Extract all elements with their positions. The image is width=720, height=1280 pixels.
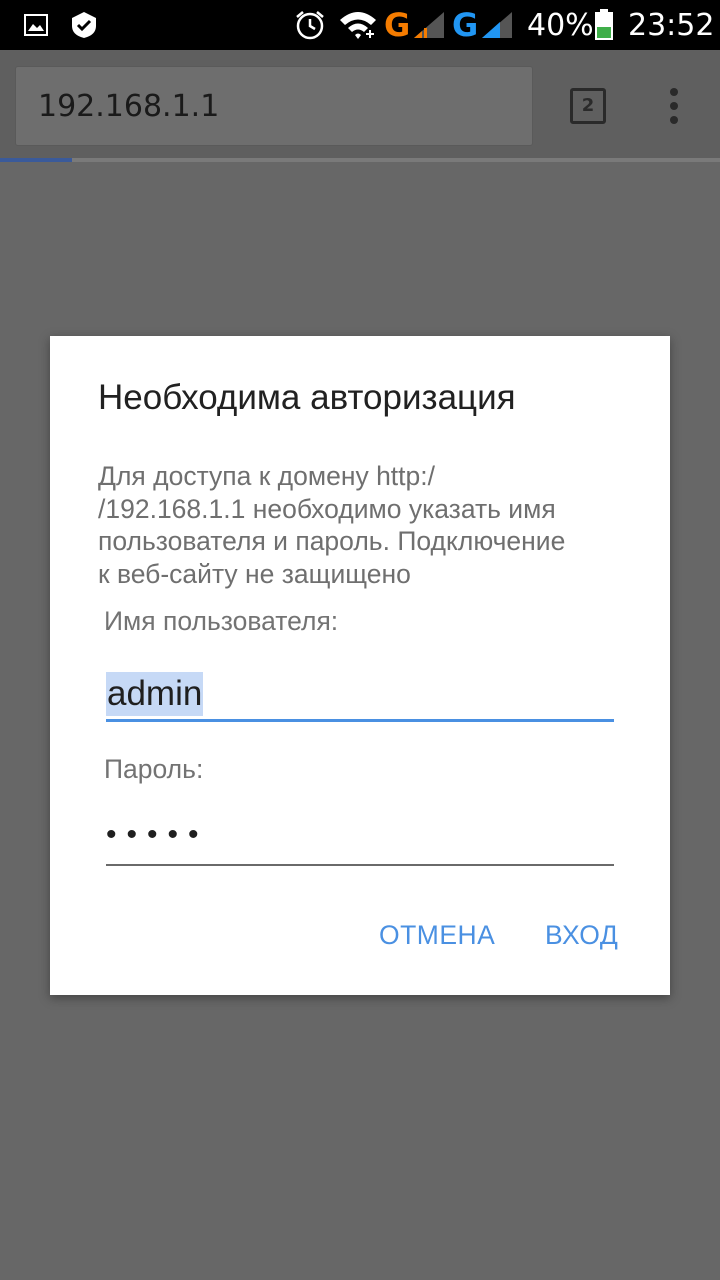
network-type-2: G [452, 6, 479, 44]
wifi-icon [338, 0, 378, 50]
url-text: 192.168.1.1 [38, 89, 220, 124]
check-shield-icon [70, 0, 98, 50]
cell-signal-icon [412, 0, 446, 50]
progress-fill [0, 158, 72, 162]
username-label: Имя пользователя: [104, 606, 339, 636]
cell-signal-icon [480, 0, 514, 50]
password-value: ••••• [106, 818, 209, 851]
page-load-progress [0, 158, 720, 162]
clock: 23:52 [628, 7, 715, 43]
browser-toolbar: 192.168.1.1 2 [0, 50, 720, 158]
url-bar[interactable]: 192.168.1.1 [15, 66, 533, 146]
cancel-button[interactable]: ОТМЕНА [379, 920, 495, 951]
username-field[interactable]: admin [106, 666, 614, 724]
dialog-title: Необходима авторизация [98, 378, 516, 417]
password-underline [106, 864, 614, 866]
tab-switcher-button[interactable]: 2 [570, 88, 606, 124]
auth-dialog: Необходима авторизация Для доступа к дом… [50, 336, 670, 995]
overflow-menu-icon[interactable] [660, 86, 688, 126]
username-value: admin [106, 672, 204, 716]
status-bar: G G 40% 23:52 [0, 0, 720, 50]
password-label: Пароль: [104, 754, 204, 784]
image-icon [24, 0, 48, 50]
username-underline [106, 719, 614, 722]
dialog-message: Для доступа к домену http:/ /192.168.1.1… [98, 461, 566, 589]
network-type-1: G [384, 6, 411, 44]
alarm-icon [294, 0, 326, 50]
password-field[interactable]: ••••• [106, 814, 614, 868]
battery-percent: 40% [527, 7, 594, 43]
battery-icon [594, 0, 614, 50]
login-button[interactable]: ВХОД [545, 920, 618, 951]
